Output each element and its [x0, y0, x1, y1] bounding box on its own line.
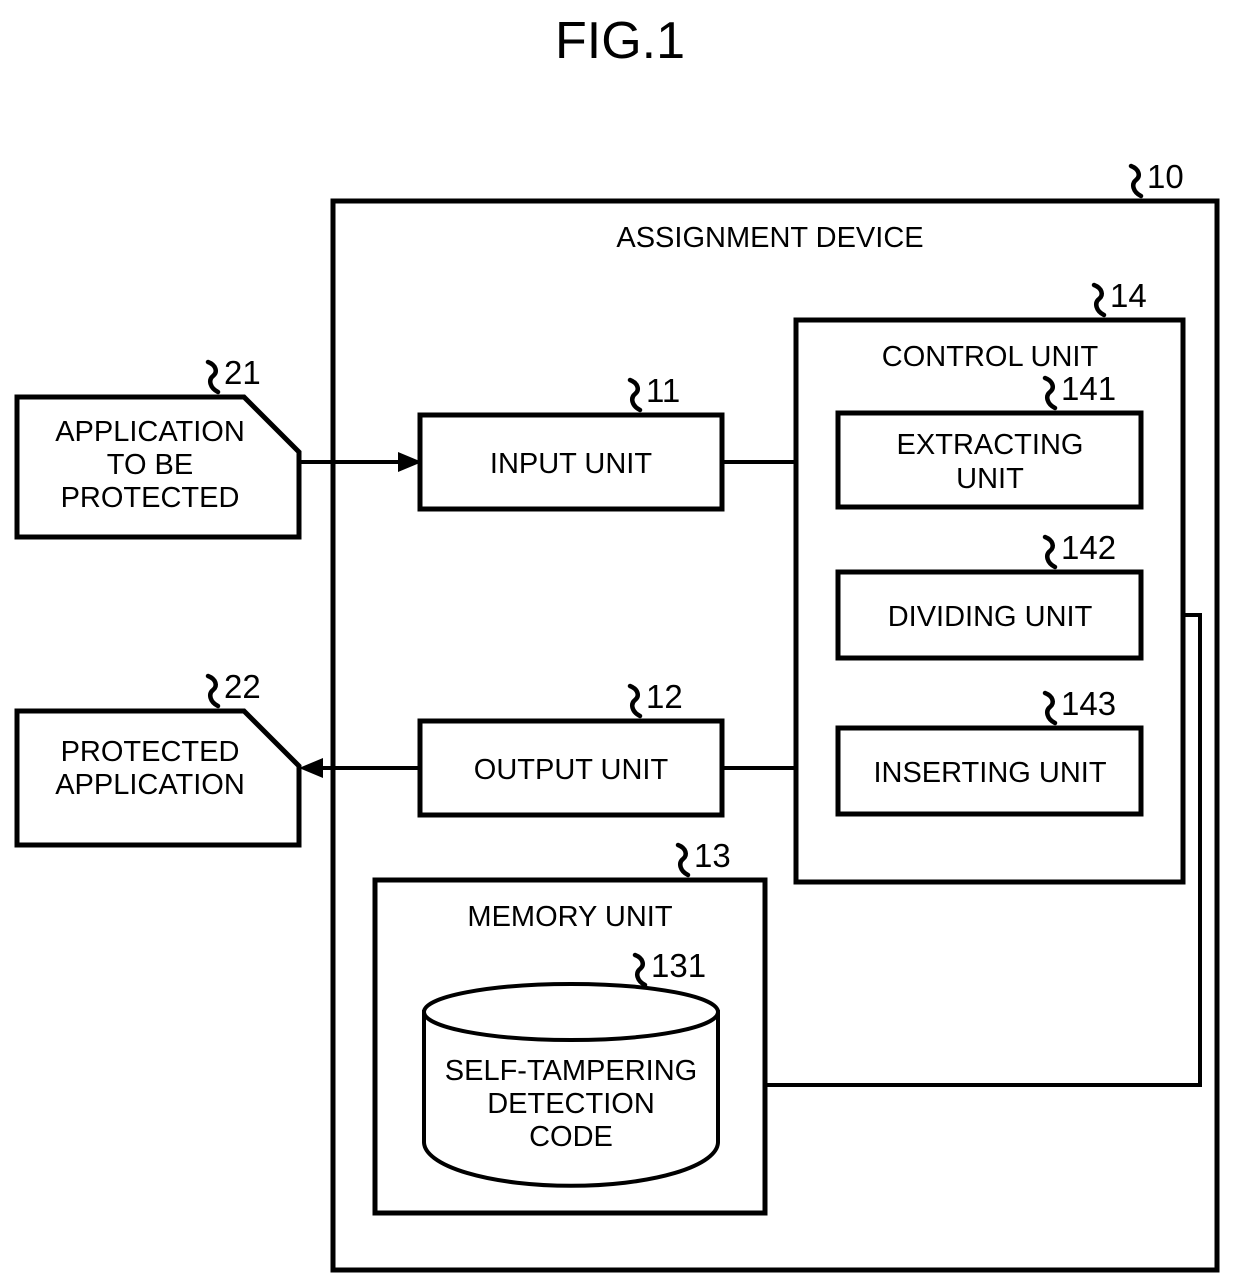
figure-container: FIG.1 ASSIGNMENT DEVICE 10 APPLICATION T…	[0, 0, 1240, 1286]
ref-11: 11	[646, 372, 680, 409]
doc21-line-2: TO BE	[107, 449, 194, 481]
memory-unit-box: MEMORY UNIT 13 SELF-TAMPERING DETECTION …	[372, 837, 768, 1216]
control-unit-label: CONTROL UNIT	[882, 341, 1099, 373]
ref-141: 141	[1061, 370, 1116, 407]
inserting-unit-label: INSERTING UNIT	[873, 757, 1106, 789]
ref-142: 142	[1061, 529, 1116, 566]
output-unit-label: OUTPUT UNIT	[474, 754, 669, 786]
ref-14: 14	[1110, 277, 1147, 314]
store-line-1: SELF-TAMPERING	[445, 1055, 697, 1087]
doc22-line-1: PROTECTED	[61, 736, 240, 768]
doc21-line-3: PROTECTED	[61, 482, 240, 514]
input-unit-label: INPUT UNIT	[490, 448, 652, 480]
control-unit-box: CONTROL UNIT 14 EXTRACTING UNIT 141 DIVI…	[793, 277, 1186, 885]
ref-13: 13	[694, 837, 731, 874]
patent-block-diagram: FIG.1 ASSIGNMENT DEVICE 10 APPLICATION T…	[14, 12, 1220, 1273]
extracting-unit-line-1: EXTRACTING	[897, 429, 1084, 461]
ref-143: 143	[1061, 685, 1116, 722]
ref-12: 12	[646, 678, 683, 715]
store-line-2: DETECTION	[487, 1088, 655, 1120]
ref-22: 22	[224, 668, 261, 705]
application-to-be-protected-shape: APPLICATION TO BE PROTECTED 21	[14, 354, 302, 540]
doc21-line-1: APPLICATION	[55, 416, 245, 448]
protected-application-shape: PROTECTED APPLICATION 22	[14, 668, 302, 848]
figure-title: FIG.1	[555, 12, 685, 70]
dividing-unit-label: DIVIDING UNIT	[888, 601, 1093, 633]
ref-131: 131	[651, 947, 706, 984]
ref-10: 10	[1147, 158, 1184, 195]
memory-unit-label: MEMORY UNIT	[467, 901, 672, 933]
doc22-line-2: APPLICATION	[55, 769, 245, 801]
arrowhead-to-protected-application	[299, 758, 323, 778]
store-line-3: CODE	[529, 1121, 613, 1153]
ref-21: 21	[224, 354, 261, 391]
assignment-device-label: ASSIGNMENT DEVICE	[616, 222, 923, 254]
extracting-unit-line-2: UNIT	[956, 463, 1024, 495]
